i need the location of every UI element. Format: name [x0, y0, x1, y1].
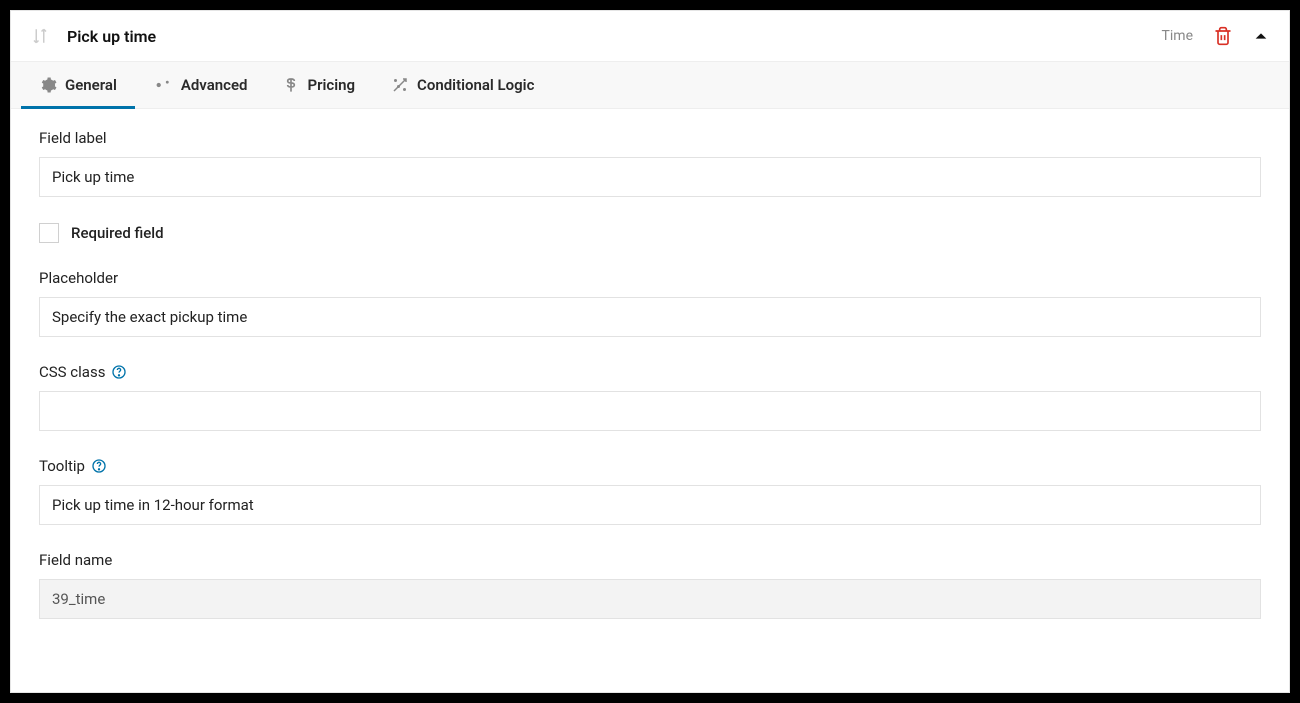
- help-icon[interactable]: [91, 458, 107, 474]
- field-required: Required field: [39, 223, 1261, 243]
- tab-label: Advanced: [181, 76, 248, 94]
- tab-advanced[interactable]: Advanced: [135, 62, 266, 108]
- field-placeholder: Placeholder: [39, 269, 1261, 337]
- field-tooltip: Tooltip: [39, 457, 1261, 525]
- tab-bar: General Advanced Pricing: [11, 61, 1289, 109]
- gears-icon: [153, 76, 173, 94]
- field-css-class: CSS class: [39, 363, 1261, 431]
- field-settings-panel: Pick up time Time General: [10, 10, 1290, 693]
- field-field-name: Field name: [39, 551, 1261, 619]
- dollar-icon: [283, 76, 299, 94]
- label-css-class: CSS class: [39, 363, 105, 381]
- tab-content-general: Field label Required field Placeholder C…: [11, 109, 1289, 692]
- tab-pricing[interactable]: Pricing: [265, 62, 373, 108]
- label-tooltip: Tooltip: [39, 457, 85, 475]
- panel-header: Pick up time Time: [11, 11, 1289, 61]
- help-icon[interactable]: [111, 364, 127, 380]
- delete-field-button[interactable]: [1213, 26, 1233, 46]
- label-required: Required field: [71, 224, 164, 242]
- collapse-button[interactable]: [1253, 28, 1269, 44]
- field-field-label: Field label: [39, 129, 1261, 197]
- tab-conditional[interactable]: Conditional Logic: [373, 62, 552, 108]
- input-field-label[interactable]: [39, 157, 1261, 197]
- input-tooltip[interactable]: [39, 485, 1261, 525]
- label-field-name: Field name: [39, 551, 1261, 569]
- tab-general[interactable]: General: [21, 62, 135, 108]
- gear-icon: [39, 76, 57, 94]
- checkbox-required[interactable]: [39, 223, 59, 243]
- wand-icon: [391, 76, 409, 94]
- tab-label: Pricing: [307, 76, 355, 94]
- input-placeholder[interactable]: [39, 297, 1261, 337]
- input-css-class[interactable]: [39, 391, 1261, 431]
- label-field-label: Field label: [39, 129, 1261, 147]
- tab-label: Conditional Logic: [417, 76, 534, 94]
- field-type-label: Time: [1162, 28, 1193, 44]
- drag-handle-icon[interactable]: [31, 27, 49, 45]
- field-title: Pick up time: [67, 27, 156, 46]
- label-placeholder: Placeholder: [39, 269, 1261, 287]
- input-field-name: [39, 579, 1261, 619]
- tab-label: General: [65, 76, 117, 94]
